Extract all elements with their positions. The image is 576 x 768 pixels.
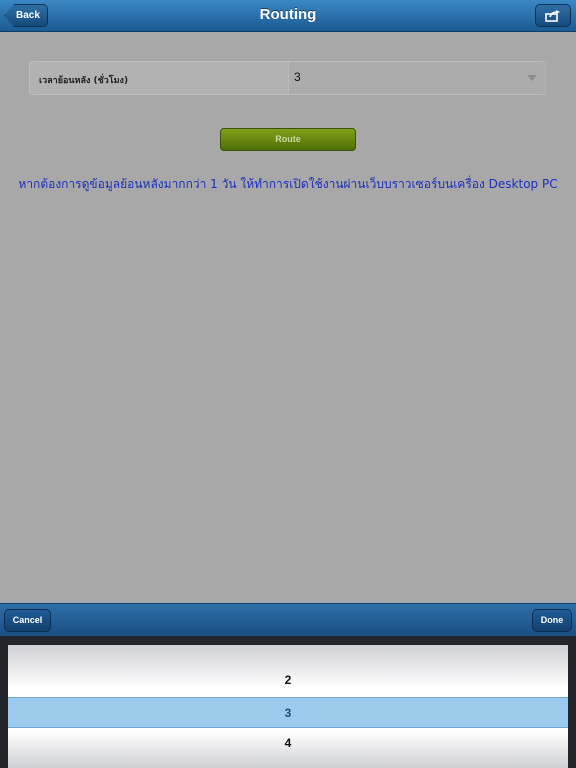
hours-back-field: เวลาย้อนหลัง (ชั่วโมง) 3 [29,61,547,95]
picker-toolbar: Cancel Done [0,603,576,636]
done-button[interactable]: Done [532,609,572,632]
notice-text: หากต้องการดูข้อมูลย้อนหลังมากกว่า 1 วัน … [18,177,558,191]
hours-back-value: 3 [294,70,301,84]
cancel-button[interactable]: Cancel [4,609,51,632]
share-button[interactable] [535,4,571,27]
picker-wheel[interactable]: 2 3 4 [8,645,568,768]
picker-option[interactable]: 4 [8,728,568,759]
route-button[interactable]: Route [220,128,356,151]
navigation-bar: Back Routing [0,0,576,32]
share-icon [545,9,560,22]
picker-option[interactable]: 2 [8,665,568,696]
picker-option-selected[interactable]: 3 [8,697,568,728]
page-title: Routing [259,6,317,23]
chevron-down-icon [527,75,537,81]
hours-back-label: เวลาย้อนหลัง (ชั่วโมง) [39,76,129,86]
picker-wheel-container: 2 3 4 [0,636,576,768]
hours-back-select[interactable]: 3 [288,62,547,94]
